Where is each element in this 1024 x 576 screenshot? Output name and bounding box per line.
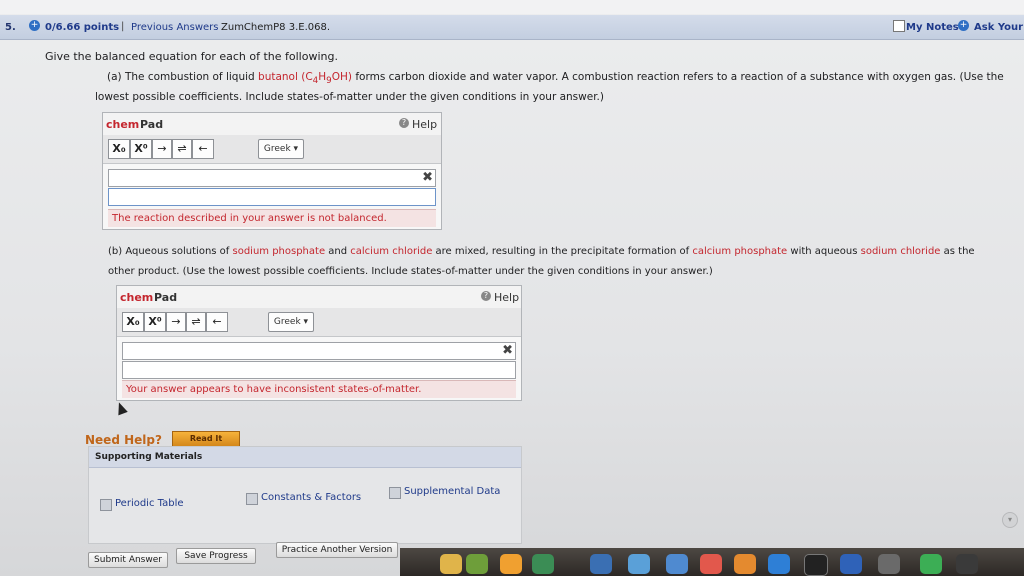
chempad-a: chem Pad ? Help X₀ X⁰ → ⇌ ← Greek ▾ ✖ Th… — [102, 112, 442, 230]
backspace-button[interactable]: ← — [192, 139, 214, 159]
help-link[interactable]: Help — [412, 118, 437, 131]
part-b-line2: other product. (Use the lowest possible … — [108, 266, 713, 277]
help-icon[interactable]: ? — [481, 291, 491, 301]
part-a-line1: (a) The combustion of liquid butanol (C4… — [107, 71, 1004, 86]
reaction-arrow-button[interactable]: → — [166, 312, 186, 332]
equation-input[interactable] — [108, 188, 436, 206]
dock-app-icon[interactable] — [840, 554, 862, 574]
supporting-materials-panel: Supporting Materials Periodic Table Cons… — [88, 446, 522, 544]
separator: | — [121, 21, 125, 32]
text-segment: (a) The combustion of liquid — [107, 71, 259, 83]
chempad-toolbar: X₀ X⁰ → ⇌ ← Greek ▾ — [103, 135, 441, 164]
notes-icon[interactable] — [893, 20, 905, 32]
supplemental-icon — [389, 487, 401, 499]
dock-app-icon[interactable] — [466, 554, 488, 574]
dock-app-icon[interactable] — [700, 554, 722, 574]
need-help-label: Need Help? — [85, 433, 162, 447]
supporting-materials-header: Supporting Materials — [89, 447, 521, 468]
my-notes-link[interactable]: My Notes — [906, 22, 959, 33]
top-strip — [0, 0, 1024, 14]
chempad-title-bar: chem Pad ? Help — [117, 286, 521, 309]
subscript-button[interactable]: X₀ — [108, 139, 130, 159]
previous-answers-link[interactable]: Previous Answers — [131, 22, 218, 33]
chempad-logo-chem: chem — [106, 118, 140, 131]
equation-preview — [122, 342, 516, 360]
dock-app-icon[interactable] — [590, 554, 612, 574]
text-segment: and — [325, 246, 351, 257]
part-a-line2: lowest possible coefficients. Include st… — [95, 91, 604, 103]
text-segment: are mixed, resulting in the precipitate … — [432, 246, 693, 257]
chempad-logo-chem: chem — [120, 291, 154, 304]
supporting-materials-title: Supporting Materials — [95, 452, 203, 462]
dock-app-icon[interactable] — [734, 554, 756, 574]
subscript-button[interactable]: X₀ — [122, 312, 144, 332]
supplemental-data-link[interactable]: Supplemental Data — [404, 486, 500, 497]
greek-dropdown[interactable]: Greek ▾ — [258, 139, 304, 159]
compound-sodium-chloride: sodium chloride — [860, 246, 941, 257]
periodic-table-icon — [100, 499, 112, 511]
help-icon[interactable]: ? — [399, 118, 409, 128]
compound-calcium-chloride: calcium chloride — [350, 246, 433, 257]
greek-dropdown[interactable]: Greek ▾ — [268, 312, 314, 332]
periodic-table-link[interactable]: Periodic Table — [115, 498, 184, 509]
clear-icon[interactable]: ✖ — [502, 343, 513, 358]
clear-icon[interactable]: ✖ — [422, 170, 433, 185]
question-intro: Give the balanced equation for each of t… — [45, 50, 338, 63]
superscript-button[interactable]: X⁰ — [130, 139, 152, 159]
equation-input[interactable] — [122, 361, 516, 379]
save-progress-button[interactable]: Save Progress — [176, 548, 256, 564]
equilibrium-arrow-button[interactable]: ⇌ — [186, 312, 206, 332]
read-it-button[interactable]: Read It — [172, 431, 240, 447]
compound-sodium-phosphate: sodium phosphate — [232, 246, 326, 257]
error-message: Your answer appears to have inconsistent… — [122, 380, 516, 398]
question-number: 5. — [5, 22, 16, 33]
chempad-title-bar: chem Pad ? Help — [103, 113, 441, 136]
dock-app-icon[interactable] — [804, 554, 828, 576]
help-link[interactable]: Help — [494, 291, 519, 304]
dock-app-icon[interactable] — [532, 554, 554, 574]
part-b-line1: (b) Aqueous solutions of sodium phosphat… — [108, 246, 975, 257]
formula-close: OH) — [331, 71, 352, 83]
page: 5. + 0/6.66 points | Previous Answers Zu… — [0, 0, 1024, 576]
points-label: 0/6.66 points — [45, 22, 120, 33]
dock-app-icon[interactable] — [666, 554, 688, 574]
mouse-cursor-icon — [114, 400, 128, 416]
chempad-logo-pad: Pad — [154, 291, 178, 304]
chempad-logo-pad: Pad — [140, 118, 164, 131]
formula-open: (C — [297, 71, 313, 83]
dock-app-icon[interactable] — [628, 554, 650, 574]
text-segment: forms carbon dioxide and water vapor. A … — [352, 71, 1004, 83]
ask-teacher-link[interactable]: Ask Your T — [974, 22, 1024, 33]
dock-app-icon[interactable] — [500, 554, 522, 574]
text-segment: (b) Aqueous solutions of — [108, 246, 233, 257]
question-header: 5. + 0/6.66 points | Previous Answers Zu… — [0, 15, 1024, 40]
constants-icon — [246, 493, 258, 505]
compound-calcium-phosphate: calcium phosphate — [692, 246, 788, 257]
constants-factors-link[interactable]: Constants & Factors — [261, 492, 361, 503]
scroll-indicator-icon[interactable]: ▾ — [1002, 512, 1018, 528]
chempad-b: chem Pad ? Help X₀ X⁰ → ⇌ ← Greek ▾ ✖ Yo… — [116, 285, 522, 401]
dock-app-icon[interactable] — [878, 554, 900, 574]
equation-preview — [108, 169, 436, 187]
compound-butanol: butanol — [258, 71, 298, 83]
chempad-toolbar: X₀ X⁰ → ⇌ ← Greek ▾ — [117, 308, 521, 337]
equilibrium-arrow-button[interactable]: ⇌ — [172, 139, 192, 159]
text-segment: as the — [940, 246, 975, 257]
formula-h: H — [318, 71, 327, 83]
app-store-icon[interactable] — [768, 554, 790, 574]
reaction-arrow-button[interactable]: → — [152, 139, 172, 159]
dock-app-icon[interactable] — [440, 554, 462, 574]
superscript-button[interactable]: X⁰ — [144, 312, 166, 332]
plus-icon: + — [29, 20, 40, 31]
text-segment: with aqueous — [787, 246, 861, 257]
dock-app-icon[interactable] — [956, 554, 978, 574]
backspace-button[interactable]: ← — [206, 312, 228, 332]
os-dock — [400, 548, 1024, 576]
question-id: ZumChemP8 3.E.068. — [221, 22, 331, 33]
plus-icon: + — [958, 20, 969, 31]
dock-app-icon[interactable] — [920, 554, 942, 574]
submit-answer-button[interactable]: Submit Answer — [88, 552, 168, 568]
error-message: The reaction described in your answer is… — [108, 209, 436, 227]
practice-another-version-button[interactable]: Practice Another Version — [276, 542, 398, 558]
